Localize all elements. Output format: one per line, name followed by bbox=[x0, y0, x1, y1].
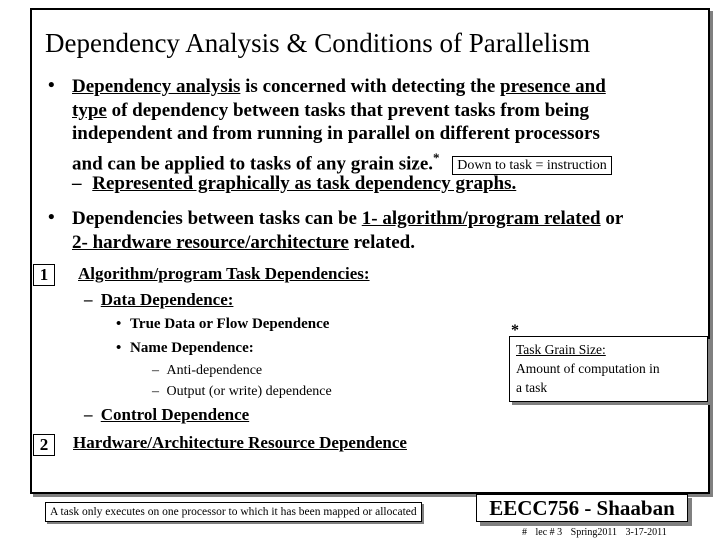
bullet2-text: Dependencies between tasks can be 1- alg… bbox=[72, 207, 623, 254]
bullet1-text: Dependency analysis is concerned with de… bbox=[72, 75, 612, 177]
dash: – bbox=[152, 384, 159, 399]
footer-term: Spring2011 bbox=[570, 527, 617, 538]
data-dependence-item: – Data Dependence: bbox=[84, 290, 233, 310]
footer-date: 3-17-2011 bbox=[625, 527, 667, 538]
footer-hash: # bbox=[522, 527, 527, 538]
algorithm-related-term: 1- algorithm/program related bbox=[361, 208, 601, 229]
grain-size-note: Task Grain Size: Amount of computation i… bbox=[509, 336, 708, 402]
grain-note-line1: Amount of computation in bbox=[516, 361, 660, 376]
course-brand: EECC756 - Shaaban bbox=[476, 494, 688, 522]
name-dependence-label: Name Dependence: bbox=[130, 340, 254, 356]
section-number-1: 1 bbox=[33, 264, 55, 286]
slide-title: Dependency Analysis & Conditions of Para… bbox=[45, 28, 591, 58]
footer-lecture: lec # 3 bbox=[535, 527, 563, 538]
name-dependence-item: • Name Dependence: bbox=[116, 340, 254, 357]
bullet1-line2: of dependency between tasks that prevent… bbox=[106, 99, 590, 121]
type-term: type bbox=[72, 99, 107, 121]
bullet1-line4: and can be applied to tasks of any grain… bbox=[72, 152, 434, 174]
anti-dependence-label: Anti-dependence bbox=[166, 363, 263, 378]
true-dependence-item: • True Data or Flow Dependence bbox=[116, 316, 329, 333]
output-dependence-label: Output (or write) dependence bbox=[166, 384, 332, 399]
task-dependency-graphs-text: Represented graphically as task dependen… bbox=[92, 173, 517, 194]
footnote-star: * bbox=[433, 149, 440, 165]
dash: – bbox=[72, 173, 82, 194]
algorithm-dependencies-heading: Algorithm/program Task Dependencies: bbox=[78, 264, 370, 283]
dependency-analysis-term: Dependency analysis bbox=[72, 76, 241, 97]
bullet1-line1: is concerned with detecting the bbox=[240, 76, 501, 97]
bullet1-sub: – Represented graphically as task depend… bbox=[72, 172, 516, 196]
bullet-marker: • bbox=[116, 340, 122, 356]
true-dependence-label: True Data or Flow Dependence bbox=[130, 316, 330, 332]
slide-footer: # lec # 3 Spring2011 3-17-2011 bbox=[522, 527, 673, 538]
anti-dependence-item: – Anti-dependence bbox=[152, 363, 262, 379]
bullet-marker: • bbox=[116, 316, 122, 332]
hardware-related-term: 2- hardware resource/architecture bbox=[72, 231, 349, 253]
bullet-marker: • bbox=[48, 75, 55, 96]
bullet-marker: • bbox=[48, 207, 55, 228]
task-allocation-footnote: A task only executes on one processor to… bbox=[45, 502, 422, 522]
bullet2-line1: Dependencies between tasks can be bbox=[72, 208, 362, 229]
bullet1-line3: independent and from running in parallel… bbox=[72, 123, 600, 144]
output-dependence-item: – Output (or write) dependence bbox=[152, 384, 332, 400]
dash: – bbox=[84, 405, 93, 424]
control-dependence-item: – Control Dependence bbox=[84, 405, 249, 425]
grain-note-title: Task Grain Size: bbox=[516, 342, 606, 357]
control-dependence-label: Control Dependence bbox=[100, 405, 250, 424]
grain-note-line2: a task bbox=[516, 380, 548, 395]
dash: – bbox=[84, 290, 93, 309]
bullet2-line2: related. bbox=[348, 231, 415, 253]
presence-term: presence and bbox=[500, 76, 606, 97]
bullet2-or: or bbox=[600, 208, 624, 229]
hardware-dependence-heading: Hardware/Architecture Resource Dependenc… bbox=[73, 433, 407, 452]
data-dependence-label: Data Dependence: bbox=[100, 290, 234, 309]
dash: – bbox=[152, 363, 159, 378]
section-number-2: 2 bbox=[33, 434, 55, 456]
